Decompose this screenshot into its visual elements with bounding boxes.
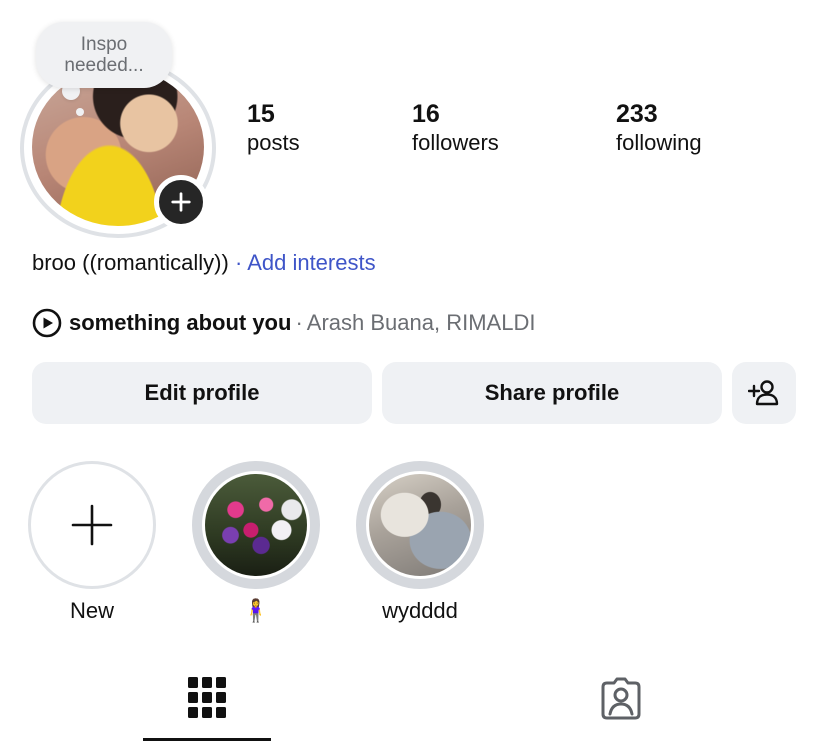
- highlight-new[interactable]: New: [28, 461, 156, 625]
- highlight-cover[interactable]: [356, 461, 484, 589]
- profile-music[interactable]: something about you · Arash Buana, RIMAL…: [32, 308, 535, 338]
- play-circle-icon[interactable]: [32, 308, 62, 338]
- note-bubble-tail-small: [76, 108, 84, 116]
- note-text-line1: Inspo: [80, 34, 128, 55]
- plus-icon: [171, 192, 191, 212]
- music-separator: ·: [295, 310, 303, 335]
- add-interests-link[interactable]: Add interests: [247, 250, 375, 275]
- highlight-label: 🧍‍♀️: [242, 598, 270, 623]
- song-artist: Arash Buana, RIMALDI: [306, 310, 536, 335]
- posts-count: 15: [247, 100, 275, 128]
- highlight-cover[interactable]: [192, 461, 320, 589]
- highlight-item[interactable]: 🧍‍♀️: [192, 461, 320, 625]
- plus-icon: [71, 504, 113, 546]
- highlight-image: [205, 474, 307, 576]
- followers-label: followers: [412, 130, 499, 155]
- discover-people-button[interactable]: [732, 362, 796, 424]
- note-text-line2: needed...: [64, 55, 144, 76]
- note-bubble[interactable]: Inspo needed...: [36, 22, 172, 88]
- share-profile-button[interactable]: Share profile: [382, 362, 722, 424]
- highlight-item[interactable]: wydddd: [356, 461, 484, 625]
- stat-following[interactable]: 233 following: [616, 100, 702, 158]
- highlight-label: New: [69, 598, 114, 623]
- grid-icon[interactable]: [188, 676, 226, 720]
- add-story-button[interactable]: [154, 175, 208, 229]
- bio-separator: ·: [234, 250, 243, 275]
- highlight-label: wydddd: [382, 598, 458, 623]
- highlight-image: [369, 474, 471, 576]
- add-person-icon: [748, 380, 779, 406]
- song-title: something about you: [69, 310, 292, 335]
- bio: broo ((romantically)) · Add interests: [32, 249, 376, 277]
- posts-label: posts: [247, 130, 300, 155]
- active-tab-indicator: [143, 738, 271, 741]
- tagged-icon[interactable]: [598, 676, 644, 722]
- bio-text: broo ((romantically)): [32, 250, 229, 275]
- following-label: following: [616, 130, 702, 155]
- stat-followers[interactable]: 16 followers: [412, 100, 499, 158]
- followers-count: 16: [412, 100, 440, 128]
- highlight-new-ring[interactable]: [28, 461, 156, 589]
- stat-posts[interactable]: 15 posts: [247, 100, 300, 158]
- following-count: 233: [616, 100, 658, 128]
- edit-profile-button[interactable]: Edit profile: [32, 362, 372, 424]
